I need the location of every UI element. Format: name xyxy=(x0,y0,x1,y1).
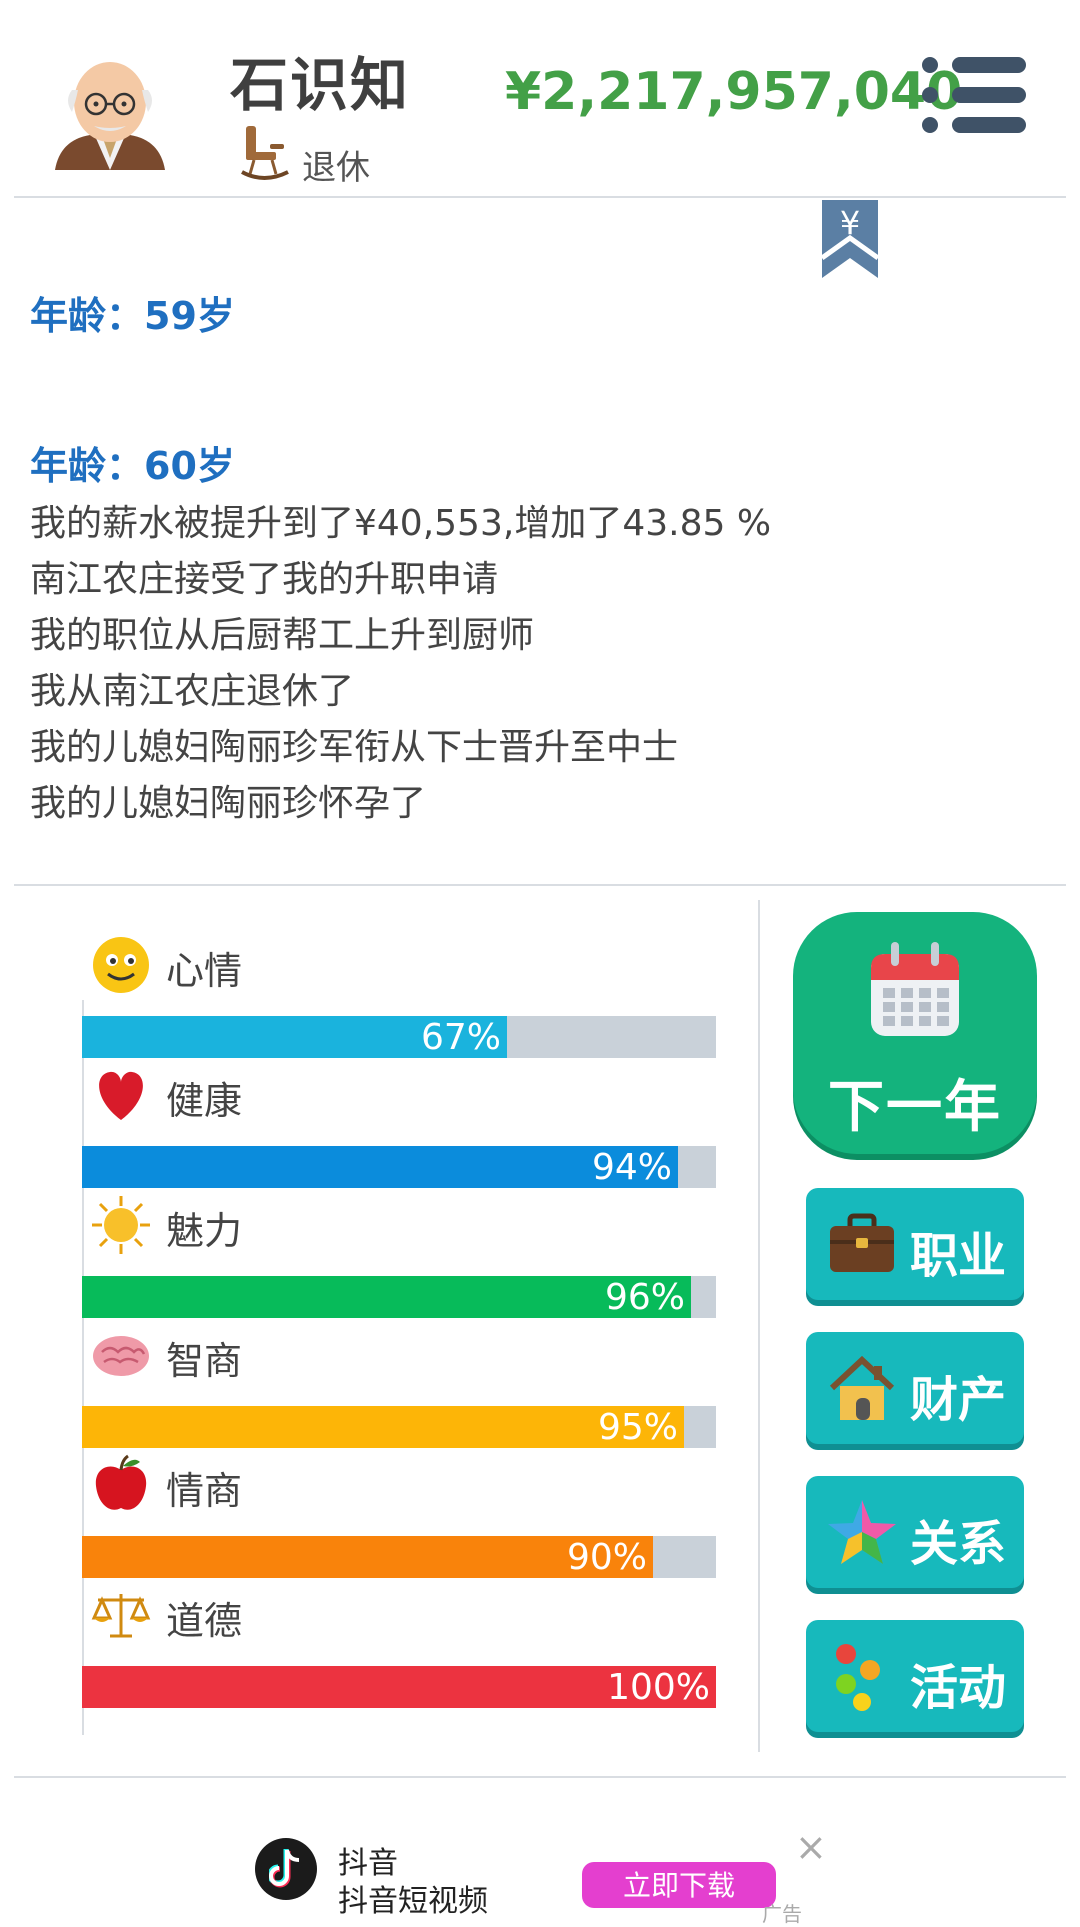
log-age-heading: 年龄：60岁 xyxy=(30,444,235,488)
player-name: 石识知 xyxy=(230,51,411,119)
divider xyxy=(14,884,1066,886)
status-label: 退休 xyxy=(302,148,370,188)
menu-icon xyxy=(952,57,1026,73)
log-line: 我的职位从后厨帮工上升到厨师 xyxy=(30,615,535,656)
log-line: 我的儿媳妇陶丽珍军衔从下士晋升至中士 xyxy=(30,727,679,768)
log-entry: 年龄：59岁 xyxy=(30,285,1050,340)
stat-percent: 100% xyxy=(607,1667,710,1708)
sun-icon xyxy=(92,1196,150,1254)
stats-panel: 心情 67% 健康 94% 魅力 96% 智商 95% 情商 90% 道德 100% xyxy=(0,900,760,1760)
svg-text:¥: ¥ xyxy=(840,204,860,242)
assets-label: 财产 xyxy=(910,1372,1007,1428)
career-label: 职业 xyxy=(910,1228,1007,1284)
rocking-chair-icon xyxy=(241,126,289,180)
stat-bar-fill: 67% xyxy=(82,1016,507,1058)
calendar-icon xyxy=(871,942,959,1036)
stat-bar: 67% xyxy=(82,1016,716,1058)
menu-icon xyxy=(952,87,1026,103)
log-entry: 年龄：60岁我的薪水被提升到了¥40,553,增加了43.85 % 南江农庄接受了… xyxy=(30,435,1050,832)
stat-percent: 95% xyxy=(597,1407,678,1448)
activities-button[interactable]: 活动 xyxy=(806,1620,1024,1732)
stat-label: 智商 xyxy=(166,1339,243,1383)
menu-icon xyxy=(952,117,1026,133)
stat-bar-fill: 95% xyxy=(82,1406,684,1448)
stat-percent: 96% xyxy=(604,1277,685,1318)
next-year-label: 下一年 xyxy=(828,1075,1002,1140)
activities-icon xyxy=(836,1644,880,1711)
scales-icon xyxy=(91,1594,151,1638)
avatar xyxy=(55,62,165,170)
stat-bar-fill: 100% xyxy=(82,1666,716,1708)
stat-label: 道德 xyxy=(166,1599,243,1643)
yuan-bookmark-icon[interactable]: ¥ xyxy=(822,200,878,278)
brain-icon xyxy=(93,1336,149,1376)
stat-bar: 100% xyxy=(82,1666,716,1708)
menu-icon xyxy=(922,87,938,103)
log-line: 我的薪水被提升到了¥40,553,增加了43.85 % xyxy=(30,503,772,544)
stat-label: 健康 xyxy=(166,1079,243,1123)
log-line: 我的儿媳妇陶丽珍怀孕了 xyxy=(30,783,427,824)
douyin-logo-icon[interactable] xyxy=(255,1838,317,1900)
stat-bar-fill: 96% xyxy=(82,1276,691,1318)
log-line: 南江农庄接受了我的升职申请 xyxy=(30,559,499,600)
ad-download-button[interactable]: 立即下载 xyxy=(582,1862,776,1908)
log-line: 我从南江农庄退休了 xyxy=(30,671,355,712)
relations-button[interactable]: 关系 xyxy=(806,1476,1024,1588)
relations-label: 关系 xyxy=(910,1516,1007,1572)
money-balance: ¥2,217,957,040 xyxy=(505,62,963,122)
menu-icon xyxy=(922,57,938,73)
ad-subtitle[interactable]: 抖音短视频 xyxy=(338,1876,488,1920)
stat-percent: 67% xyxy=(420,1017,501,1058)
stat-label: 魅力 xyxy=(166,1209,243,1253)
stat-label: 情商 xyxy=(166,1469,243,1513)
career-button[interactable]: 职业 xyxy=(806,1188,1024,1300)
stat-bar-fill: 94% xyxy=(82,1146,678,1188)
menu-icon xyxy=(922,117,938,133)
ad-tag: 广告 xyxy=(762,1902,802,1926)
stat-bar: 90% xyxy=(82,1536,716,1578)
menu-button[interactable] xyxy=(922,55,1026,135)
stat-percent: 90% xyxy=(566,1537,647,1578)
next-year-button[interactable]: 下一年 xyxy=(793,912,1037,1154)
divider xyxy=(14,1776,1066,1778)
heart-icon xyxy=(99,1071,143,1120)
stat-label: 心情 xyxy=(166,949,243,993)
activities-label: 活动 xyxy=(910,1660,1007,1716)
star-icon xyxy=(828,1500,896,1564)
house-icon xyxy=(829,1355,895,1420)
log-age-heading: 年龄：59岁 xyxy=(30,294,235,338)
stat-bar-fill: 90% xyxy=(82,1536,653,1578)
event-log: 年龄：59岁 年龄：60岁我的薪水被提升到了¥40,553,增加了43.85 % 南… xyxy=(30,285,1050,867)
stat-bar: 94% xyxy=(82,1146,716,1188)
divider xyxy=(14,196,1066,198)
stat-percent: 94% xyxy=(591,1147,672,1188)
assets-button[interactable]: 财产 xyxy=(806,1332,1024,1444)
stat-bar: 95% xyxy=(82,1406,716,1448)
apple-icon xyxy=(95,1454,147,1510)
smiley-icon xyxy=(93,937,149,993)
ad-close-icon[interactable]: × xyxy=(795,1825,827,1869)
stat-bar: 96% xyxy=(82,1276,716,1318)
briefcase-icon xyxy=(830,1213,894,1272)
